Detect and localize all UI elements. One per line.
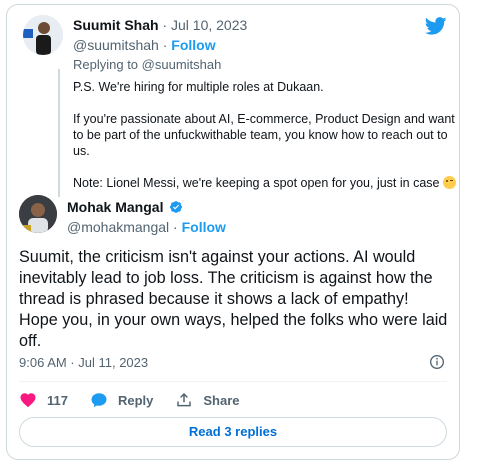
follow-button[interactable]: Follow xyxy=(171,37,215,53)
tweet-paragraph-last: Note: Lionel Messi, we're keeping a spot… xyxy=(73,175,458,191)
tweet-paragraph-text: Note: Lionel Messi, we're keeping a spot… xyxy=(73,176,440,190)
replying-to-handle[interactable]: @suumitshah xyxy=(142,57,222,72)
verified-badge-icon[interactable] xyxy=(169,200,183,214)
separator-dot: · xyxy=(162,37,172,53)
main-tweet-text: Suumit, the criticism isn't against your… xyxy=(19,248,448,350)
like-count: 117 xyxy=(47,392,68,408)
author-name[interactable]: Mohak Mangal xyxy=(67,199,163,215)
avatar[interactable] xyxy=(19,195,57,233)
twitter-bird-icon[interactable] xyxy=(425,17,447,35)
info-icon[interactable] xyxy=(429,354,445,370)
author-handle[interactable]: @suumitshah xyxy=(73,37,159,53)
reply-button[interactable]: Reply xyxy=(90,391,153,409)
separator-dot: · xyxy=(173,219,182,235)
divider xyxy=(19,381,447,382)
parent-tweet-text: P.S. We're hiring for multiple roles at … xyxy=(73,79,458,207)
tweet-paragraph: If you're passionate about AI, E-commerc… xyxy=(73,112,455,158)
tweet-paragraph: P.S. We're hiring for multiple roles at … xyxy=(73,80,324,94)
tweet-actions: 117 Reply Share xyxy=(19,389,262,411)
replying-to-label: Replying to xyxy=(73,57,139,72)
share-button[interactable]: Share xyxy=(175,391,240,409)
parent-header: Suumit Shah · Jul 10, 2023 xyxy=(73,17,247,33)
tweet-date[interactable]: · Jul 10, 2023 xyxy=(162,17,247,33)
reply-label: Reply xyxy=(117,392,154,408)
share-label: Share xyxy=(203,392,240,408)
reply-icon xyxy=(91,393,107,408)
replying-to: Replying to @suumitshah xyxy=(73,57,221,72)
follow-button[interactable]: Follow xyxy=(182,219,226,235)
author-name-row: Mohak Mangal xyxy=(67,199,183,215)
embedded-tweet-card: Suumit Shah · Jul 10, 2023 @suumitshah ·… xyxy=(6,4,460,460)
thread-connector-line xyxy=(58,69,60,197)
share-icon xyxy=(177,392,192,407)
tweet-timestamp[interactable]: 9:06 AM · Jul 11, 2023 xyxy=(19,355,148,370)
winking-face-emoji-icon xyxy=(442,176,456,189)
avatar[interactable] xyxy=(23,15,63,55)
main-handle-row: @mohakmangal · Follow xyxy=(67,219,226,235)
author-name[interactable]: Suumit Shah xyxy=(73,17,159,33)
heart-icon xyxy=(20,393,36,408)
parent-handle-row: @suumitshah · Follow xyxy=(73,37,216,53)
like-button[interactable]: 117 xyxy=(19,391,68,409)
read-replies-button[interactable]: Read 3 replies xyxy=(19,417,447,447)
author-handle[interactable]: @mohakmangal xyxy=(67,219,169,235)
